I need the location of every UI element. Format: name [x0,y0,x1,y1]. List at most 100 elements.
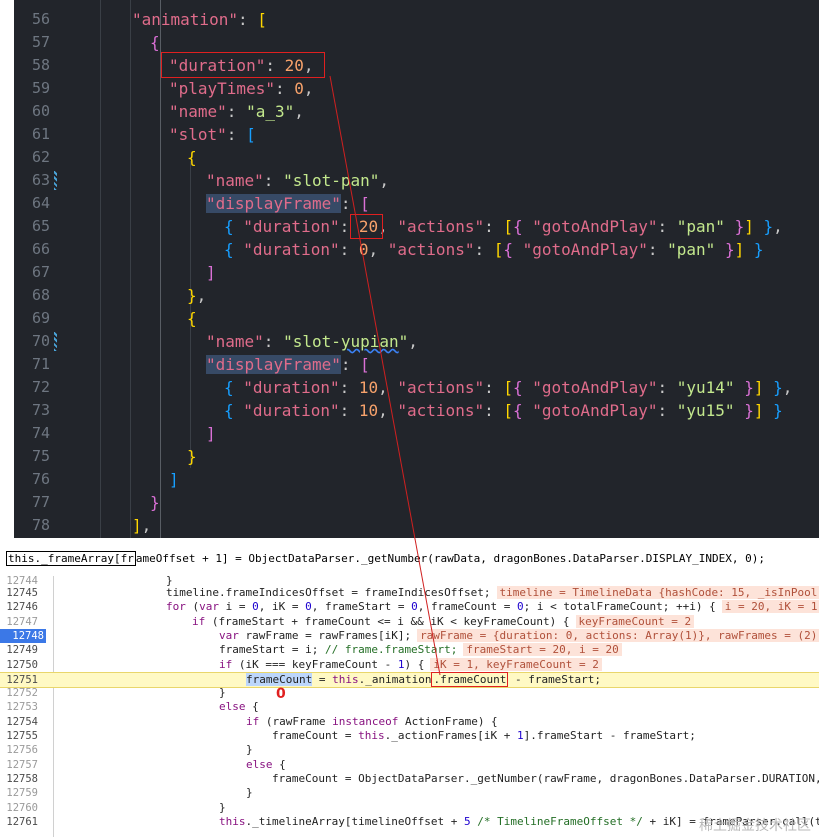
line-number: 66 [31,240,50,258]
json-value: 0 [358,240,369,259]
json-key: "duration" [243,401,340,420]
line-number: 60 [31,102,50,120]
statement-selection: this._frameArray[fr [6,551,136,566]
code-line[interactable]: 12761 this._timelineArray[timelineOffset… [0,815,819,829]
line-number[interactable]: 12760 [0,801,38,815]
code-line[interactable]: 77 } [14,491,819,514]
code-line[interactable]: 12755 frameCount = this._actionFrames[iK… [0,729,819,743]
value-annotation-zero: 0 [276,686,286,702]
line-number[interactable]: 12754 [0,715,38,729]
code-line[interactable]: 62 { [14,146,819,169]
json-key: "actions" [397,401,485,420]
modified-gutter-marker [54,171,57,190]
json-key: "duration" [243,217,340,236]
code-line[interactable]: 59 "playTimes": 0, [14,77,819,100]
code-line[interactable]: 73 { "duration": 10, "actions": [{ "goto… [14,399,819,422]
json-key: "name" [206,332,264,351]
code-line[interactable]: 12750 if (iK === keyFrameCount - 1) {iK … [0,657,819,672]
code-line[interactable]: 12754 if (rawFrame instanceof ActionFram… [0,715,819,729]
breakpoint-line-number[interactable]: 12748 [0,628,46,644]
code-line[interactable]: 66 { "duration": 0, "actions": [{ "gotoA… [14,238,819,261]
inline-value-hint: iK = 1, keyFrameCount = 2 [430,657,602,671]
line-number: 71 [31,355,50,373]
code-line[interactable]: 12749 frameStart = i; // frame.frameStar… [0,643,819,657]
code-line[interactable]: 12746 for (var i = 0, iK = 0, frameStart… [0,600,819,614]
inline-value-hint: timeline = TimelineData {hashCode: 15, _… [496,586,819,599]
code-line[interactable]: 65 { "duration": 20, "actions": [{ "goto… [14,215,819,238]
code-line[interactable]: 12759 } [0,786,819,800]
line-number: 77 [31,493,50,511]
selected-variable[interactable]: frameCount [246,672,313,686]
json-value: "a_3" [246,102,295,121]
code-line[interactable]: 68 }, [14,284,819,307]
code-line[interactable]: 75 } [14,445,819,468]
code-line[interactable]: 70 "name": "slot-yupian", [14,330,819,353]
inline-value-hint: frameStart = 20, i = 20 [463,643,622,657]
code-line[interactable]: 76 ] [14,468,819,491]
line-number: 70 [31,332,50,350]
code-line[interactable]: 12752 } [0,686,819,700]
line-number: 73 [31,401,50,419]
line-number[interactable]: 12750 [0,658,38,672]
json-key: "playTimes" [169,79,275,98]
line-number[interactable]: 12749 [0,643,38,657]
code-line[interactable]: 67 ] [14,261,819,284]
line-number[interactable]: 12747 [0,615,38,629]
code-line[interactable]: 61 "slot": [ [14,123,819,146]
code-line[interactable]: 12760 } [0,801,819,815]
json-value: 0 [294,79,304,98]
json-value: 10 [358,378,379,397]
devtools-sources-pane[interactable]: this._frameArray[fr ameOffset + 1] = Obje… [0,546,819,837]
code-line[interactable]: 60 "name": "a_3", [14,100,819,123]
code-line[interactable]: 12753 else { [0,700,819,714]
code-line[interactable]: 12757 else { [0,758,819,772]
line-number: 69 [31,309,50,327]
code-line[interactable]: 63 "name": "slot-pan", [14,169,819,192]
code-line[interactable]: 58 "duration": 20, [14,54,819,77]
code-line[interactable]: 64 "displayFrame": [ [14,192,819,215]
duration-annotation-box [161,52,325,78]
code-line[interactable]: 56 "animation": [ [14,8,819,31]
json-key: "slot" [169,125,227,144]
json-value: "slot-pan" [283,171,380,190]
code-line[interactable]: 72 { "duration": 10, "actions": [{ "goto… [14,376,819,399]
json-value: "slot- [283,332,341,351]
code-line[interactable]: 12758 frameCount = ObjectDataParser._get… [0,772,819,786]
line-number[interactable]: 12757 [0,758,38,772]
json-key-highlighted: displayFrame [215,355,332,374]
json-key: "duration" [243,240,340,259]
inline-value-hint: keyFrameCount = 2 [575,614,695,628]
line-number[interactable]: 12756 [0,743,38,757]
line-number: 62 [31,148,50,166]
code-line[interactable]: 12756 } [0,743,819,757]
json-key: "gotoAndPlay" [532,401,658,420]
spellcheck-squiggle[interactable]: yupian [341,332,399,351]
code-line[interactable]: 12745 timeline.frameIndicesOffset = fram… [0,586,819,600]
code-line[interactable]: 74 ] [14,422,819,445]
frameCount-annotation-box: .frameCount [431,671,509,687]
code-line[interactable]: 12747 if (frameStart + frameCount <= i &… [0,614,819,629]
line-number[interactable]: 12753 [0,700,38,714]
line-number[interactable]: 12752 [0,686,38,700]
line-number[interactable]: 12761 [0,815,38,829]
code-line[interactable]: 71 "displayFrame": [ [14,353,819,376]
inline-value-hint: rawFrame = {duration: 0, actions: Array(… [417,628,819,642]
json-editor-pane[interactable]: 56 "animation": [ 57 { 58 "duration": 20… [14,0,819,538]
watermark: 稀土掘金技术社区 [699,818,811,834]
code-line[interactable]: 57 { [14,31,819,54]
line-number[interactable]: 12745 [0,586,38,600]
line-number[interactable]: 12759 [0,786,38,800]
line-number: 61 [31,125,50,143]
line-number[interactable]: 12751 [0,673,38,687]
line-number: 75 [31,447,50,465]
code-line[interactable]: 12748 var rawFrame = rawFrames[iK]; rawFr… [0,628,819,644]
json-key: "animation" [132,10,238,29]
line-number[interactable]: 12746 [0,600,38,614]
line-number: 56 [31,10,50,28]
code-line[interactable]: 78 ], [14,514,819,537]
line-number[interactable]: 12755 [0,729,38,743]
json-key: "actions" [387,240,475,259]
line-number: 64 [31,194,50,212]
line-number[interactable]: 12758 [0,772,38,786]
code-line[interactable]: 69 { [14,307,819,330]
